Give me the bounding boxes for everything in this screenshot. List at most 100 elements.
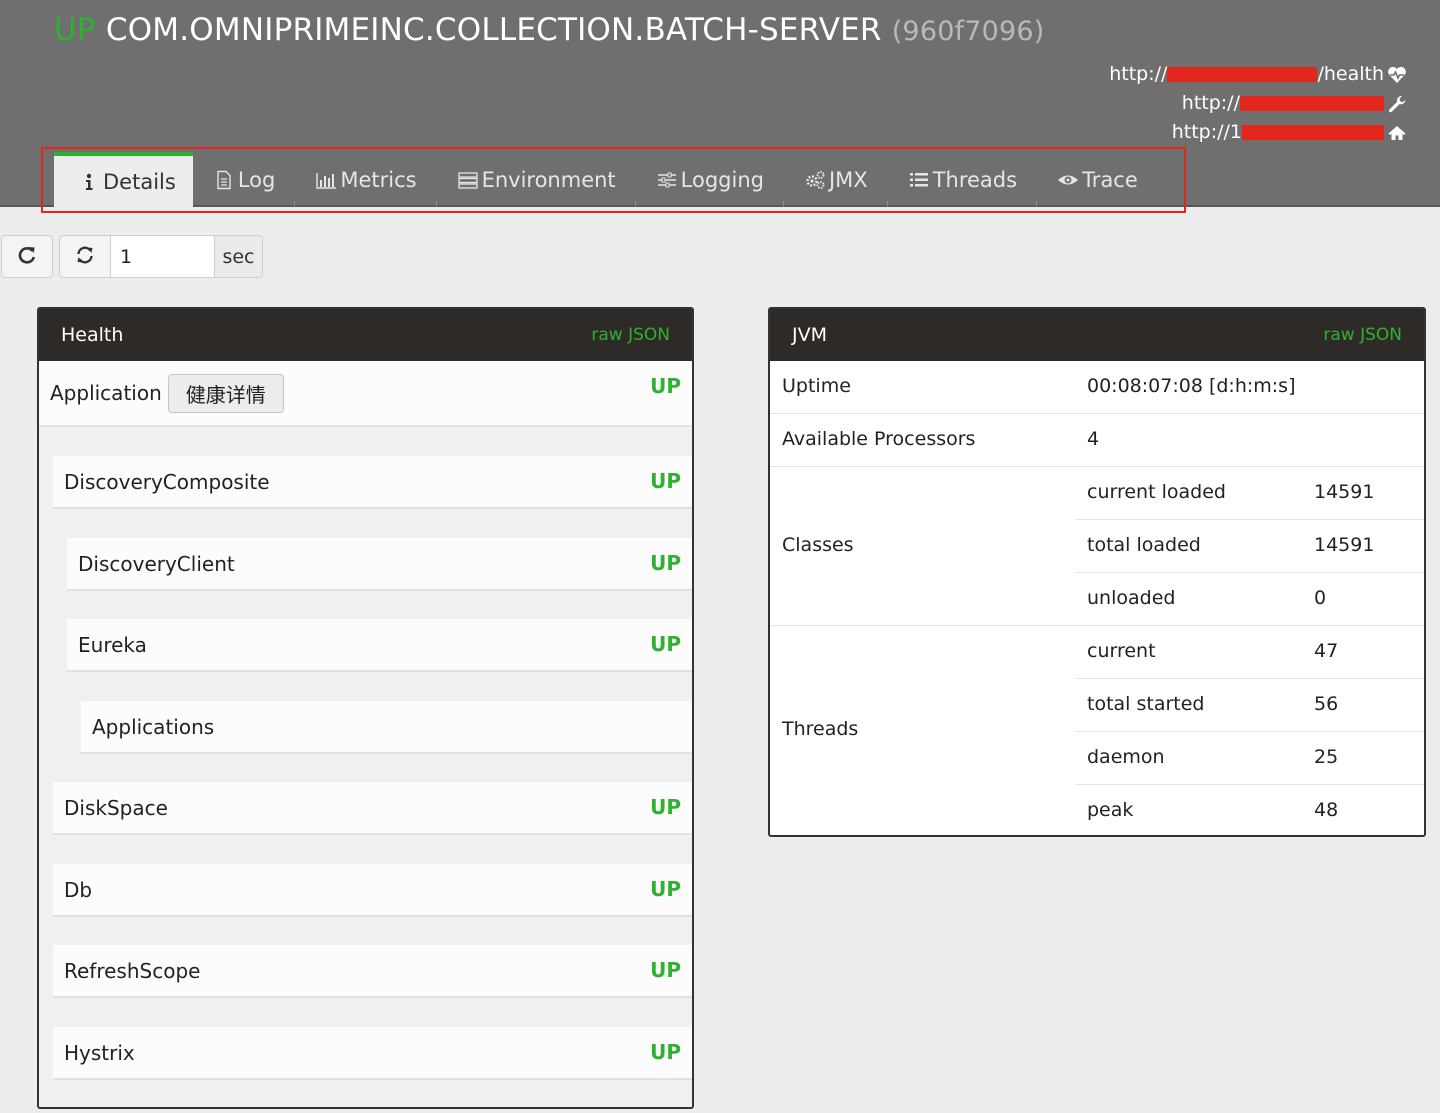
table-row: Threads current 47 total started 56 daem… (770, 626, 1424, 835)
jvm-sub-value: 0 (1314, 587, 1327, 609)
url-prefix: http:// (1109, 63, 1168, 85)
health-item-name: RefreshScope (64, 958, 201, 983)
tab-log[interactable]: Log (193, 152, 296, 207)
jvm-panel-header: JVM raw JSON (770, 309, 1424, 361)
home-icon (1387, 123, 1407, 143)
gears-icon (804, 170, 826, 190)
sub-row: peak 48 (1076, 785, 1424, 835)
tab-label: Environment (481, 167, 616, 192)
app-status: UP (54, 12, 96, 48)
sliders-icon (656, 170, 678, 190)
sub-row: total started 56 (1076, 679, 1424, 732)
file-icon (213, 170, 235, 190)
health-url-link[interactable]: http:// /health (1109, 60, 1407, 89)
refresh-icon (17, 245, 37, 269)
list-icon (908, 170, 930, 190)
table-row: Uptime 00:08:07:08 [d:h:m:s] (770, 361, 1424, 414)
health-detail-button[interactable]: 健康详情 (167, 373, 284, 413)
health-application-row: Application 健康详情 UP (39, 361, 692, 427)
health-item-name: Db (64, 877, 93, 902)
app-header: UP COM.OMNIPRIMEINC.COLLECTION.BATCH-SER… (0, 0, 1440, 207)
refresh-button[interactable] (1, 235, 53, 278)
sub-row: unloaded 0 (1076, 573, 1424, 626)
tab-label: Metrics (340, 167, 417, 192)
auto-refresh-button[interactable] (59, 235, 111, 278)
jvm-title: JVM (792, 324, 827, 346)
tab-label: Trace (1082, 167, 1138, 192)
jvm-raw-json-link[interactable]: raw JSON (1323, 325, 1402, 345)
management-url-link[interactable]: http:// (1109, 89, 1407, 118)
health-item: Hystrix UP (53, 1027, 692, 1080)
status-badge: UP (650, 1040, 681, 1064)
tab-bar: Details Log Metrics Environment Logging … (54, 152, 1158, 208)
redacted-host (1242, 125, 1384, 140)
sub-row: total loaded 14591 (1076, 520, 1424, 573)
service-urls: http:// /health http:// http://1 (1109, 60, 1407, 147)
health-item-name: Hystrix (64, 1040, 135, 1065)
tab-logging[interactable]: Logging (636, 152, 784, 207)
jvm-sub-value: 14591 (1314, 534, 1375, 556)
health-item: Applications (81, 701, 692, 754)
health-item-name: Eureka (78, 632, 147, 657)
status-badge: UP (650, 795, 681, 819)
jvm-sub-label: peak (1087, 799, 1134, 821)
jvm-label: Classes (782, 534, 854, 556)
refresh-controls: sec (1, 235, 263, 278)
status-badge: UP (650, 632, 681, 656)
bar-chart-icon (315, 170, 337, 190)
jvm-panel: JVM raw JSON Uptime 00:08:07:08 [d:h:m:s… (768, 307, 1426, 837)
jvm-label: Uptime (782, 375, 851, 397)
jvm-sub-label: current (1087, 640, 1156, 662)
jvm-sub-label: total started (1087, 693, 1205, 715)
health-item-name: DiscoveryClient (78, 551, 235, 576)
tab-label: JMX (828, 167, 868, 192)
app-title: UP COM.OMNIPRIMEINC.COLLECTION.BATCH-SER… (54, 12, 1045, 48)
health-panel-header: Health raw JSON (39, 309, 692, 361)
health-raw-json-link[interactable]: raw JSON (591, 325, 670, 345)
status-badge: UP (650, 877, 681, 901)
health-item: Db UP (53, 864, 692, 917)
tab-metrics[interactable]: Metrics (295, 152, 437, 207)
tab-threads[interactable]: Threads (888, 152, 1038, 207)
tab-label: Details (103, 169, 176, 194)
table-row: Classes current loaded 14591 total loade… (770, 467, 1424, 626)
service-url-link[interactable]: http://1 (1109, 118, 1407, 147)
redacted-host (1167, 67, 1318, 82)
jvm-sub-label: unloaded (1087, 587, 1176, 609)
tab-details[interactable]: Details (54, 152, 193, 207)
heartbeat-icon (1387, 65, 1407, 85)
tab-jmx[interactable]: JMX (784, 152, 888, 207)
url-suffix: /health (1317, 63, 1384, 85)
status-badge: UP (650, 958, 681, 982)
status-badge: UP (650, 374, 681, 398)
table-row: Available Processors 4 (770, 414, 1424, 467)
app-id: (960f7096) (891, 16, 1045, 47)
health-item: DiskSpace UP (53, 782, 692, 835)
health-item-name: DiskSpace (64, 795, 168, 820)
health-item: DiscoveryComposite UP (53, 456, 692, 509)
tab-environment[interactable]: Environment (437, 152, 636, 207)
jvm-sub-value: 56 (1314, 693, 1339, 715)
auto-refresh-group: sec (59, 235, 263, 278)
wrench-icon (1387, 94, 1407, 114)
application-label: Application (50, 381, 162, 405)
url-prefix: http:// (1181, 92, 1240, 114)
tab-label: Log (237, 167, 276, 192)
health-item: RefreshScope UP (53, 945, 692, 998)
tab-label: Logging (680, 167, 764, 192)
tab-trace[interactable]: Trace (1037, 152, 1158, 207)
refresh-interval-input[interactable] (111, 235, 215, 278)
status-badge: UP (650, 551, 681, 575)
health-item-name: Applications (92, 714, 215, 739)
sync-icon (75, 245, 95, 269)
jvm-sub-value: 47 (1314, 640, 1339, 662)
jvm-sub-label: daemon (1087, 746, 1165, 768)
jvm-value: 00:08:07:08 [d:h:m:s] (1087, 375, 1296, 397)
status-badge: UP (650, 469, 681, 493)
server-icon (457, 170, 479, 190)
app-name: COM.OMNIPRIMEINC.COLLECTION.BATCH-SERVER (105, 12, 882, 48)
sub-row: current loaded 14591 (1076, 467, 1424, 520)
health-title: Health (61, 324, 124, 346)
interval-unit: sec (215, 235, 263, 278)
health-item-name: DiscoveryComposite (64, 469, 270, 494)
